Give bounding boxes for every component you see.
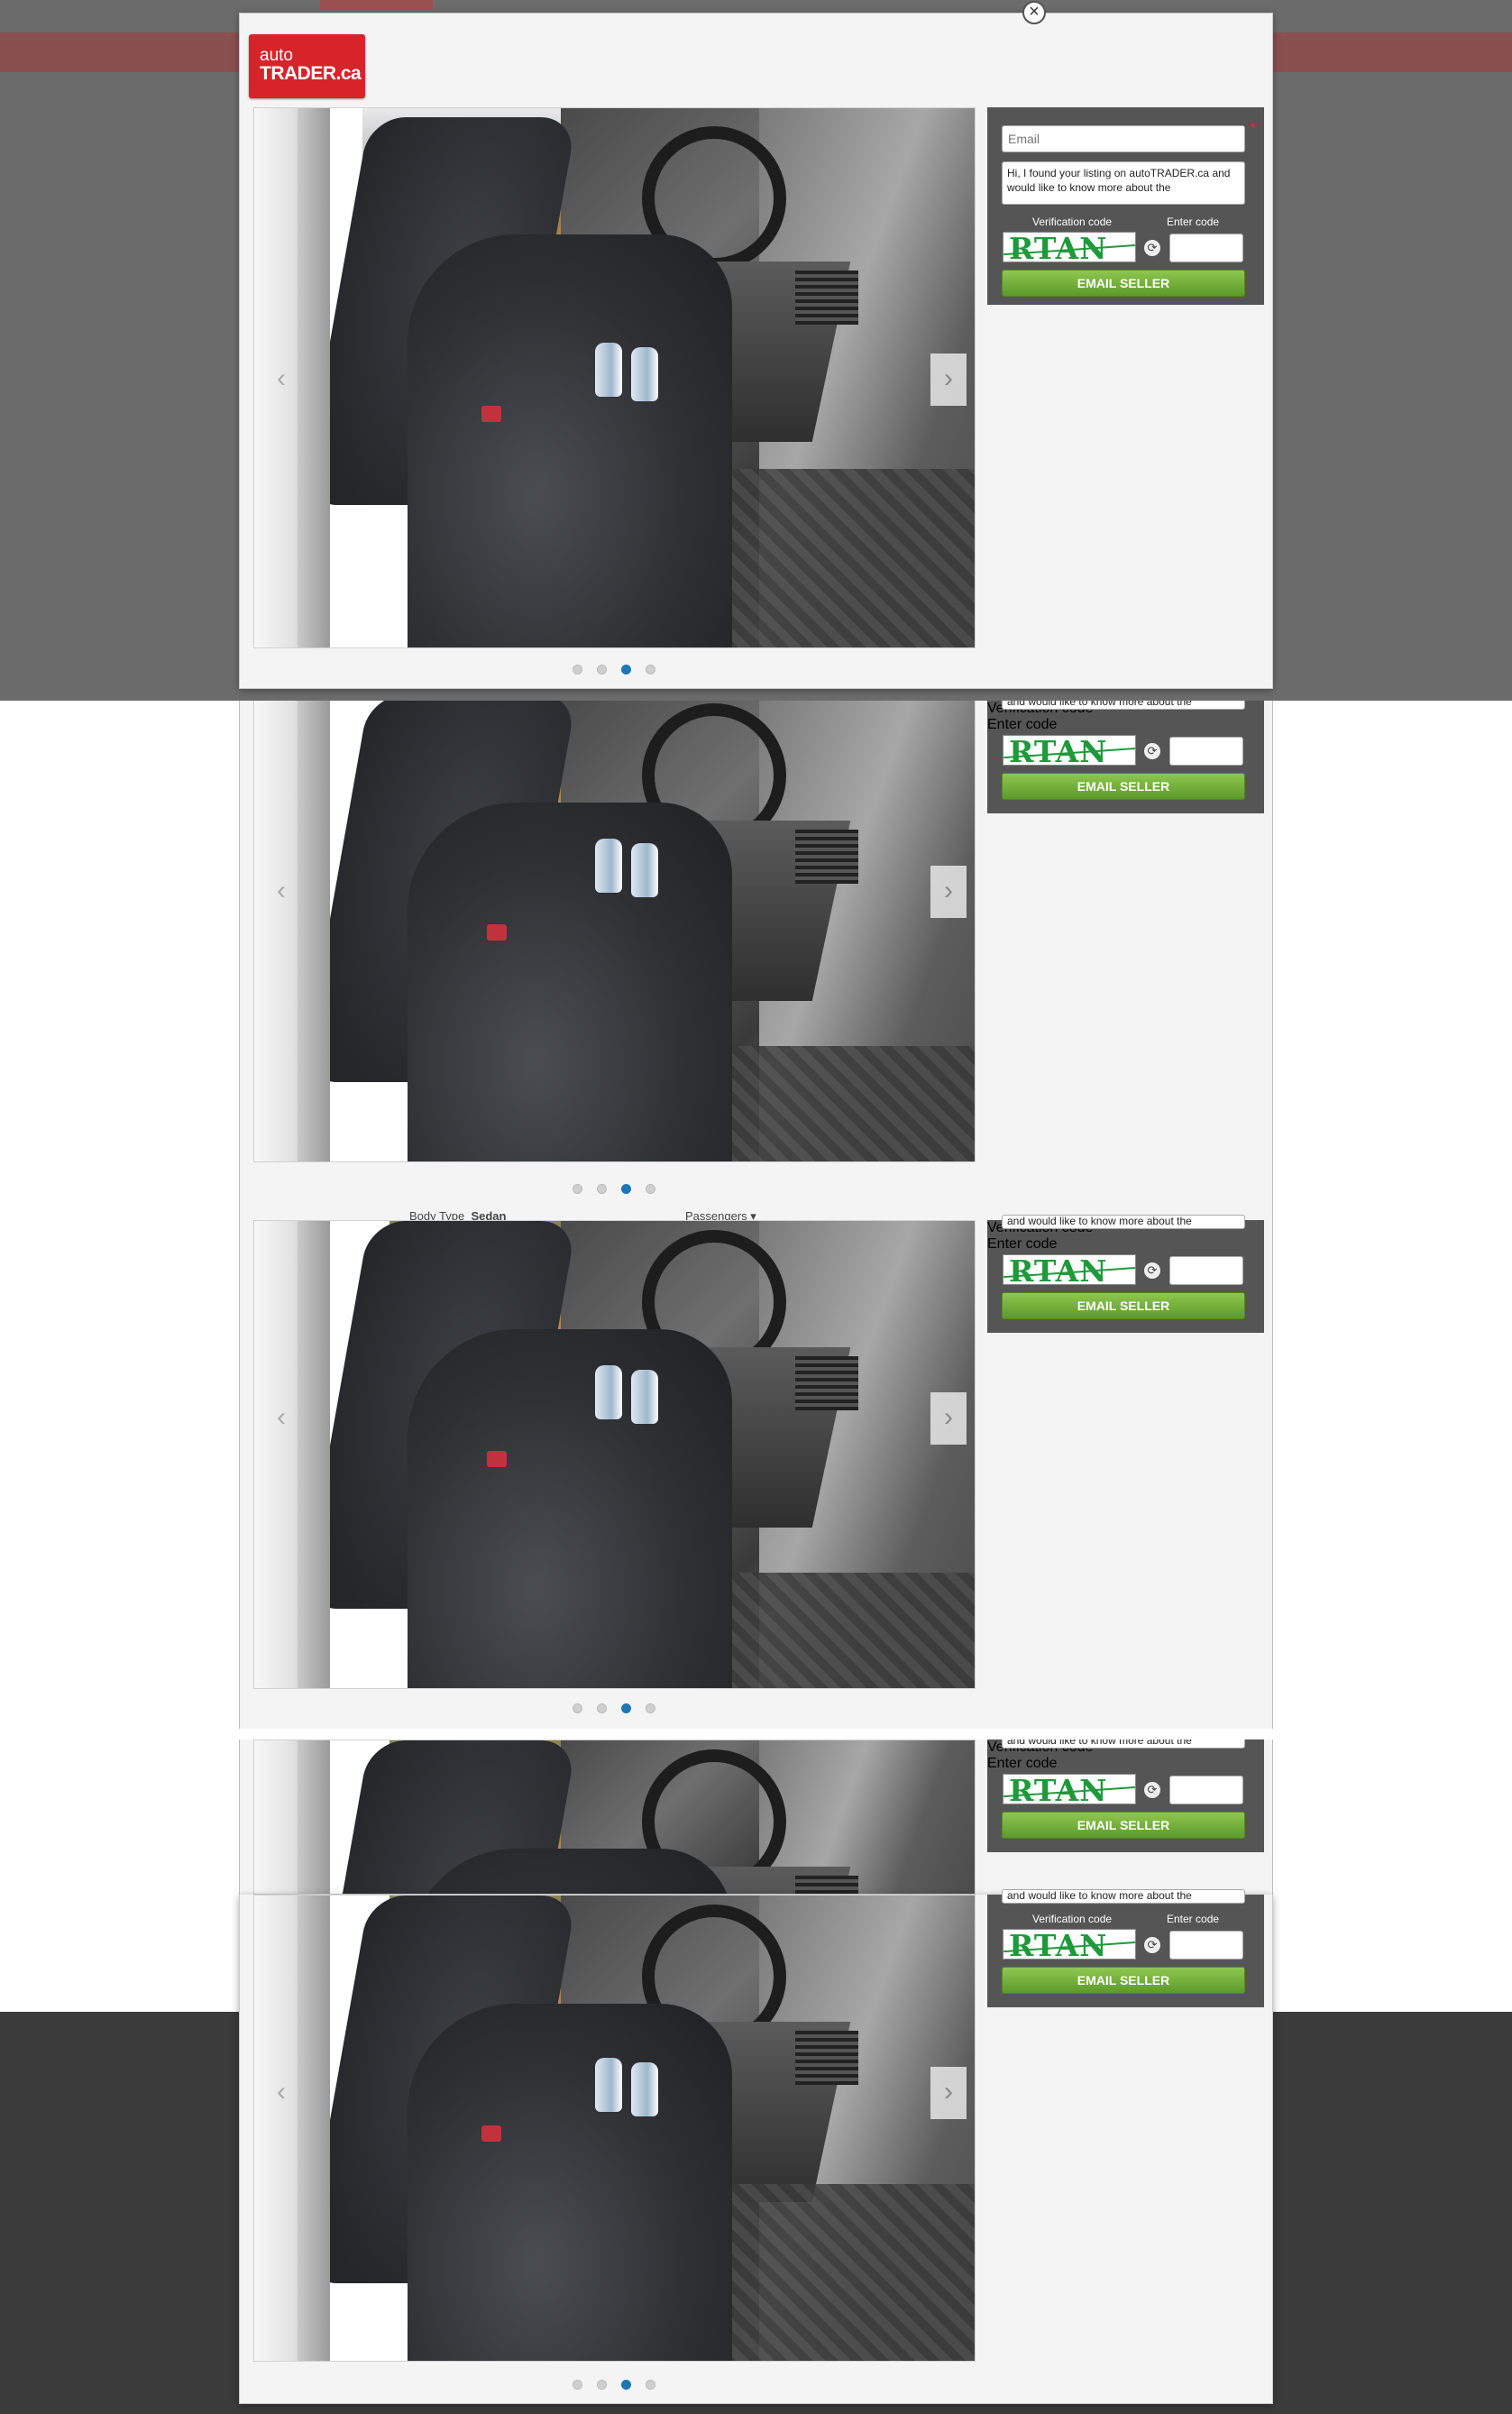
previous-photo-button[interactable]: ‹ — [263, 2067, 299, 2119]
slide-dot-2[interactable] — [597, 2380, 607, 2390]
car-photo: ‹ › — [253, 701, 976, 1162]
contact-seller-panel: and would like to know more about the Ve… — [987, 1889, 1264, 2007]
logo-text-trader: TRADER.ca — [260, 63, 362, 84]
next-photo-button[interactable]: › — [930, 2067, 967, 2119]
car-interior-image — [254, 1740, 975, 1894]
screenshot-page: ‹ › and would like to know more about th… — [0, 0, 1512, 2414]
car-interior-image — [254, 108, 975, 647]
slide-dot-4[interactable] — [646, 2380, 655, 2390]
slide-dot-3[interactable] — [621, 665, 631, 675]
email-seller-button[interactable]: EMAIL SELLER — [1002, 1812, 1245, 1839]
email-input[interactable] — [1002, 125, 1245, 152]
car-photo: ‹ › — [253, 1895, 976, 2362]
modal-header: auto TRADER.ca — [240, 14, 1272, 107]
previous-photo-button[interactable]: ‹ — [263, 866, 299, 918]
refresh-captcha-icon[interactable]: ⟳ — [1144, 743, 1160, 759]
car-interior-image — [254, 1895, 975, 2361]
captcha-image: RTAN — [1003, 1929, 1136, 1960]
car-interior-image — [254, 1221, 975, 1688]
enter-code-label: Enter code — [987, 1236, 1058, 1252]
contact-panel: and would like to know more about the Ve… — [987, 1215, 1264, 1333]
logo-text-auto: auto — [260, 46, 293, 65]
verification-code-label: Verification code — [1032, 216, 1113, 228]
close-modal-button[interactable]: × — [1022, 1, 1046, 24]
slide-dot-3[interactable] — [621, 1184, 631, 1194]
slide-dot-1[interactable] — [573, 1703, 582, 1713]
car-photo — [253, 1739, 976, 1895]
captcha-code-input[interactable] — [1169, 1256, 1243, 1285]
slide-dot-2[interactable] — [597, 665, 607, 675]
refresh-captcha-icon[interactable]: ⟳ — [1144, 1782, 1160, 1798]
email-seller-button[interactable]: EMAIL SELLER — [1002, 1967, 1245, 1994]
gallery-strip: ‹ › and would like to know more about th… — [239, 701, 1273, 1209]
captcha-code-input[interactable] — [1169, 1931, 1243, 1960]
slide-dot-3[interactable] — [621, 1703, 631, 1713]
slide-dot-4[interactable] — [646, 665, 655, 675]
refresh-captcha-icon[interactable]: ⟳ — [1144, 1262, 1160, 1279]
next-photo-button[interactable]: › — [930, 353, 967, 406]
photo-gallery-modal: auto TRADER.ca ‹ › * Hi, I found your li… — [239, 13, 1273, 689]
message-textarea[interactable]: Hi, I found your listing on autoTRADER.c… — [1002, 161, 1245, 205]
slide-dot-4[interactable] — [646, 1703, 655, 1713]
next-photo-button[interactable]: › — [930, 866, 967, 918]
refresh-captcha-icon[interactable]: ⟳ — [1144, 1937, 1160, 1953]
gallery-strip: Body Type Sedan Passengers ▾ ‹ › and wou… — [239, 1209, 1273, 1729]
car-photo: ‹ › — [253, 107, 976, 648]
message-field[interactable]: and would like to know more about the — [1002, 701, 1245, 710]
slide-indicators — [240, 663, 988, 675]
message-field[interactable]: and would like to know more about the — [1002, 1889, 1245, 1904]
slide-indicators — [240, 1702, 988, 1714]
car-photo: ‹ › — [253, 1220, 976, 1689]
captcha-code-input[interactable] — [1169, 234, 1243, 262]
contact-panel: and would like to know more about the Ve… — [987, 701, 1264, 813]
refresh-captcha-icon[interactable]: ⟳ — [1144, 240, 1160, 256]
previous-photo-button[interactable]: ‹ — [263, 1392, 299, 1445]
enter-code-label: Enter code — [987, 717, 1058, 732]
captcha-code-input[interactable] — [1169, 1776, 1243, 1804]
slide-dot-2[interactable] — [597, 1703, 607, 1713]
captcha-image: RTAN — [1003, 232, 1136, 262]
required-indicator: * — [1251, 120, 1256, 134]
email-seller-button[interactable]: EMAIL SELLER — [1002, 1292, 1245, 1319]
slide-dot-1[interactable] — [573, 2380, 582, 2390]
contact-panel: and would like to know more about the Ve… — [987, 1739, 1264, 1852]
email-seller-button[interactable]: EMAIL SELLER — [1002, 270, 1245, 297]
next-photo-button[interactable]: › — [930, 1392, 967, 1445]
car-interior-image — [254, 701, 975, 1161]
slide-dot-1[interactable] — [573, 1184, 582, 1194]
email-seller-button[interactable]: EMAIL SELLER — [1002, 773, 1245, 800]
enter-code-label: Enter code — [1167, 1913, 1220, 1925]
captcha-code-input[interactable] — [1169, 737, 1243, 766]
captcha-image: RTAN — [1003, 735, 1136, 766]
slide-indicators — [240, 1182, 988, 1195]
slide-indicators — [240, 2378, 988, 2391]
photo-gallery-modal-bottom: ‹ › and would like to know more about th… — [239, 1889, 1273, 2404]
page-header-tab — [320, 0, 433, 9]
slide-dot-3[interactable] — [621, 2380, 631, 2390]
captcha-image: RTAN — [1003, 1254, 1136, 1285]
slide-dot-2[interactable] — [597, 1184, 607, 1194]
previous-photo-button[interactable]: ‹ — [263, 353, 299, 406]
verification-code-label: Verification code — [1032, 1913, 1113, 1925]
message-field[interactable]: and would like to know more about the — [1002, 1739, 1245, 1749]
enter-code-label: Enter code — [1167, 216, 1220, 228]
autotrader-logo[interactable]: auto TRADER.ca — [249, 34, 365, 98]
enter-code-label: Enter code — [987, 1756, 1058, 1771]
slide-dot-1[interactable] — [573, 665, 582, 675]
slide-dot-4[interactable] — [646, 1184, 655, 1194]
gallery-strip: and would like to know more about the Ve… — [239, 1739, 1273, 1895]
contact-seller-panel: * Hi, I found your listing on autoTRADER… — [987, 107, 1264, 305]
message-field[interactable]: and would like to know more about the — [1002, 1215, 1245, 1229]
captcha-image: RTAN — [1003, 1774, 1136, 1804]
